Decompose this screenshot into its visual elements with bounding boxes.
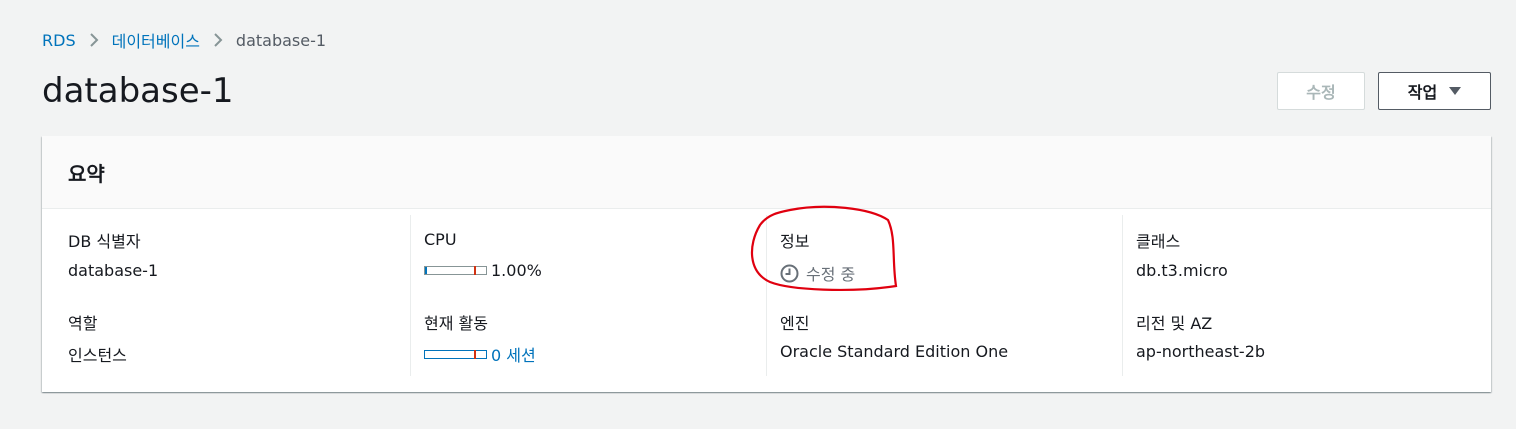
cpu-value: 1.00%: [491, 261, 542, 280]
status-label: 정보: [780, 232, 810, 251]
summary-header: 요약: [42, 136, 1491, 209]
breadcrumb: RDS 데이터베이스 database-1: [42, 28, 326, 52]
summary-column-identity: DB 식별자 database-1 역할 인스턴스: [68, 215, 410, 376]
db-identifier-label: DB 식별자: [68, 232, 141, 251]
region-az-label: 리전 및 AZ: [1136, 314, 1213, 333]
clock-icon: [780, 264, 799, 282]
page-title: database-1: [42, 71, 234, 111]
caret-down-icon: [1449, 87, 1462, 95]
summary-column-instance: 클래스 db.t3.micro 리전 및 AZ ap-northeast-2b: [1122, 215, 1491, 376]
chevron-right-icon: [200, 32, 236, 48]
cpu-utilization-bar: [424, 266, 487, 275]
sessions-threshold-marker: [474, 349, 476, 359]
cpu-utilization-fill: [425, 267, 427, 274]
current-activity-metric[interactable]: 0 세션: [424, 342, 536, 366]
summary-column-metrics: CPU 1.00% 현재 활동 0 세션: [410, 215, 766, 376]
cpu-label: CPU: [424, 230, 457, 249]
summary-panel: 요약 DB 식별자 database-1 역할 인스턴스 CPU 1.00% 현…: [42, 136, 1491, 392]
engine-value: Oracle Standard Edition One: [780, 342, 1009, 361]
summary-title: 요약: [68, 161, 105, 186]
breadcrumb-current: database-1: [235, 30, 327, 50]
summary-column-status: 정보 수정 중 엔진 Oracle Standard Edition One: [766, 215, 1122, 376]
chevron-right-icon: [76, 32, 112, 48]
edit-button[interactable]: 수정: [1277, 72, 1365, 110]
role-value: 인스턴스: [68, 346, 127, 365]
region-az-value: ap-northeast-2b: [1136, 342, 1266, 361]
db-identifier-value: database-1: [68, 261, 159, 280]
breadcrumb-databases-link[interactable]: 데이터베이스: [112, 28, 200, 52]
cpu-threshold-marker: [474, 266, 476, 275]
actions-dropdown-button[interactable]: 작업: [1378, 72, 1491, 110]
actions-label: 작업: [1407, 83, 1438, 102]
engine-label: 엔진: [780, 314, 810, 333]
class-label: 클래스: [1136, 232, 1181, 251]
summary-grid: DB 식별자 database-1 역할 인스턴스 CPU 1.00% 현재 활…: [42, 215, 1491, 376]
role-label: 역할: [68, 314, 98, 333]
status-text: 수정 중: [806, 265, 856, 284]
status-value: 수정 중: [780, 261, 855, 285]
sessions-link[interactable]: 0 세션: [491, 342, 536, 366]
current-activity-label: 현재 활동: [424, 314, 488, 333]
cpu-metric: 1.00%: [424, 261, 542, 280]
breadcrumb-rds-link[interactable]: RDS: [42, 31, 76, 50]
sessions-bar: [424, 349, 487, 359]
class-value: db.t3.micro: [1136, 261, 1228, 280]
